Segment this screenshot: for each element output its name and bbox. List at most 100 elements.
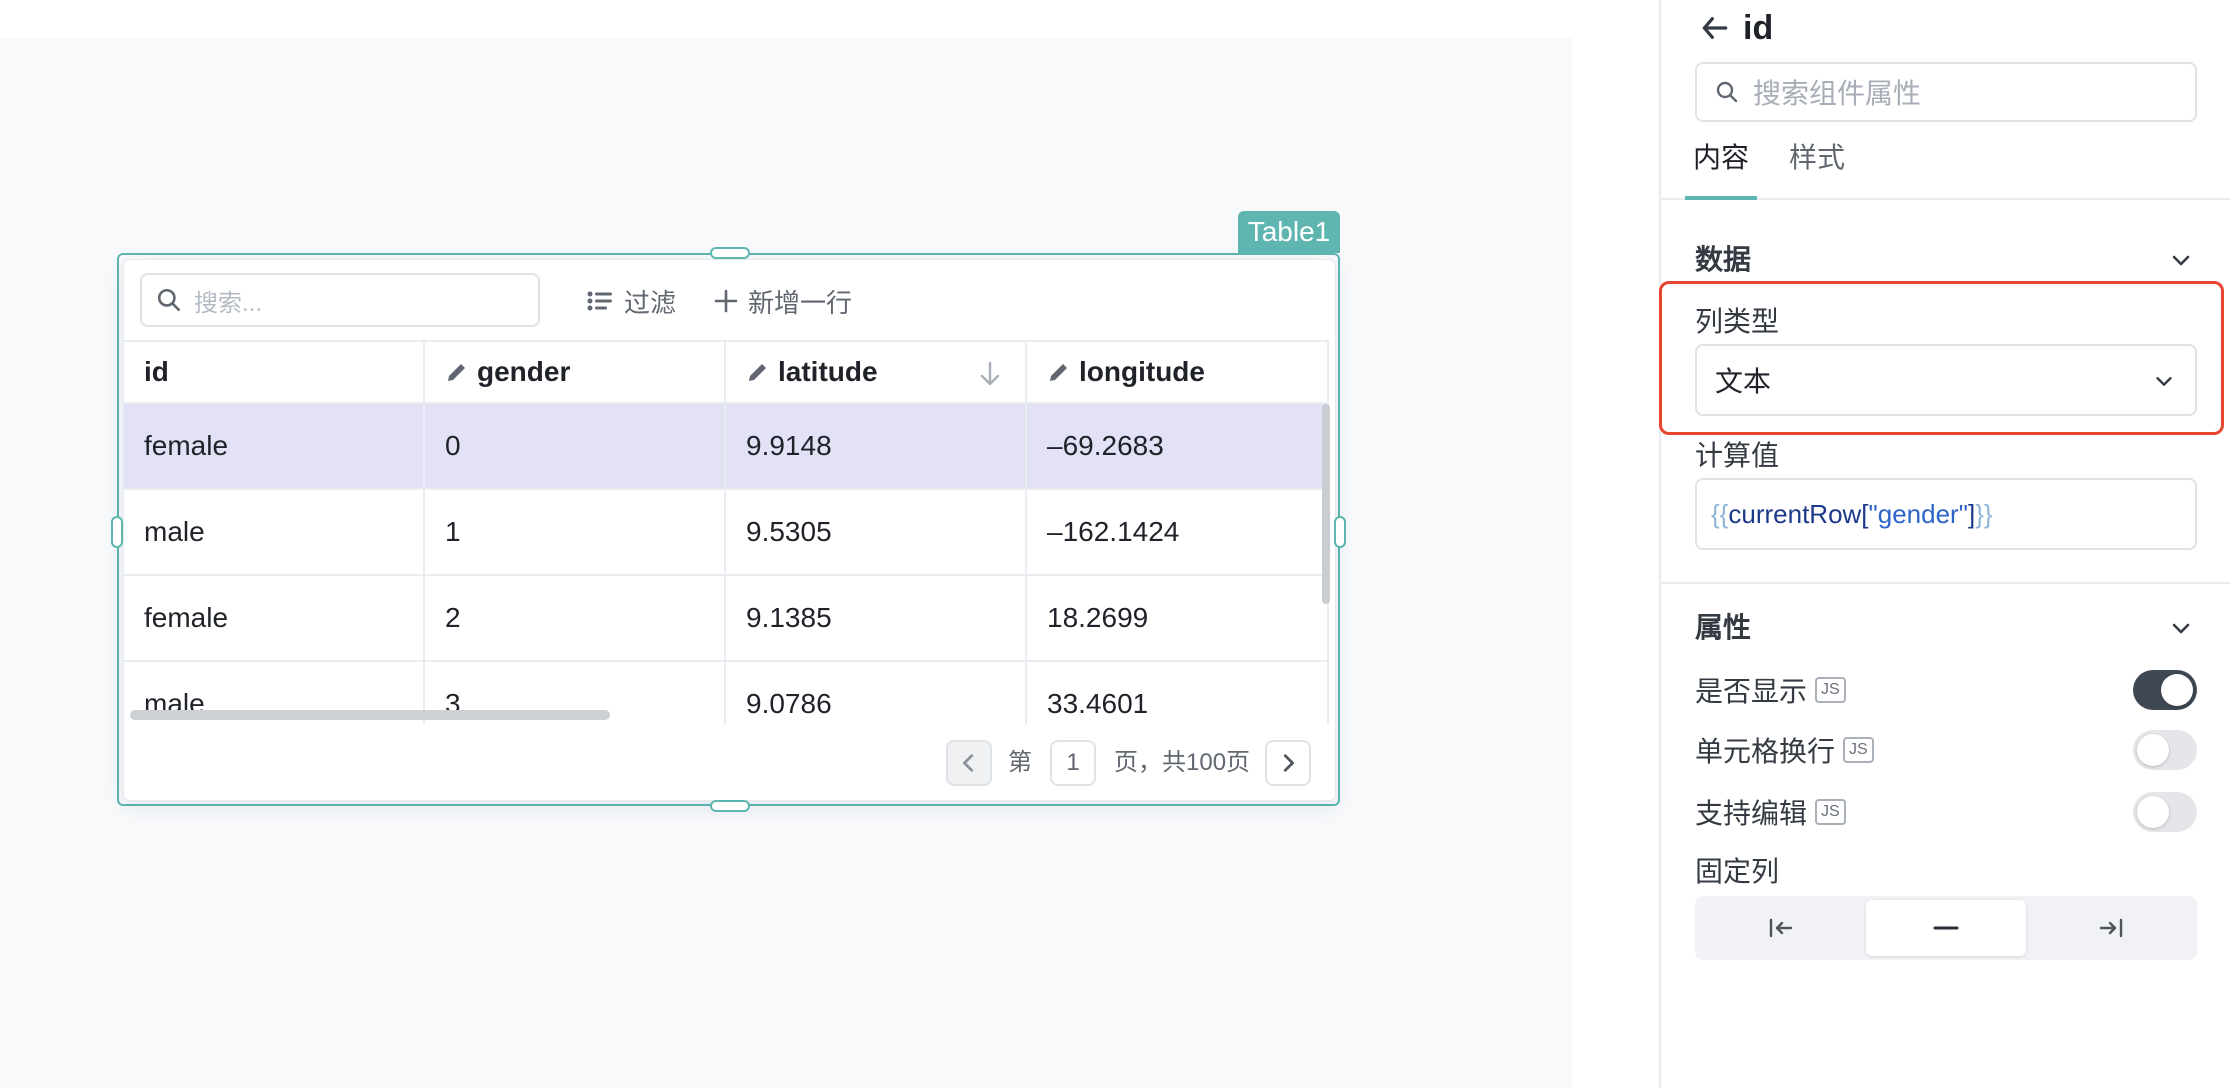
chevron-down-icon[interactable] [2169,248,2193,272]
table-cell[interactable]: 1 [425,490,726,574]
add-row-button[interactable]: 新增一行 [714,282,852,320]
column-header-gender[interactable]: gender [425,342,726,402]
fix-right-option[interactable] [2031,900,2191,956]
table-cell[interactable]: male [124,490,425,574]
editable-toggle[interactable] [2133,792,2197,832]
column-header-label: longitude [1079,356,1205,387]
table-component[interactable]: 搜索... 过滤 新增一行 id gender latitude longitu… [124,260,1335,800]
resize-handle-left[interactable] [111,516,123,548]
search-icon [1716,81,1738,103]
property-panel: id 搜索组件属性 内容 样式 数据 列类型 文本 计算值 {{currentR… [1659,0,2230,1088]
page-number-input[interactable]: 1 [1050,740,1096,786]
vertical-scrollbar[interactable] [1322,404,1330,604]
search-icon [157,288,181,312]
page-total-label: 页，共100页 [1114,749,1251,776]
table-cell[interactable]: 2 [425,576,726,660]
fix-left-option[interactable] [1701,900,1861,956]
filter-button[interactable]: 过滤 [586,282,676,320]
chevron-right-icon [1283,754,1294,772]
cell-wrap-toggle[interactable] [2133,730,2197,770]
code-string: "gender" [1868,498,1968,529]
data-section-title[interactable]: 数据 [1695,240,1751,280]
table-row[interactable]: female 2 9.1385 18.2699 [124,576,1329,662]
column-header-label: latitude [778,356,878,387]
sort-descending-icon[interactable] [977,360,1003,388]
js-toggle-badge[interactable]: JS [1815,799,1846,825]
edit-pencil-icon [1050,364,1067,381]
table-row[interactable]: female 0 9.9148 –69.2683 [124,404,1329,490]
filter-label: 过滤 [624,287,677,318]
resize-handle-bottom[interactable] [710,800,750,812]
fixed-column-segmented-control [1695,896,2197,960]
active-tab-indicator [1685,196,1757,200]
chevron-left-icon [963,754,974,772]
visible-toggle[interactable] [2133,670,2197,710]
table-cell[interactable]: –69.2683 [1027,404,1329,488]
toggle-knob [2161,674,2193,706]
prop-label: 单元格换行 [1695,736,1836,767]
fix-right-icon [2099,918,2123,938]
column-header-label: id [144,356,169,387]
table-cell[interactable]: female [124,576,425,660]
plus-icon [714,289,738,313]
tab-content[interactable]: 内容 [1693,138,1749,178]
next-page-button[interactable] [1265,740,1311,786]
page-prefix-label: 第 [1008,749,1032,776]
code-identifier: currentRow[ [1728,498,1869,529]
js-toggle-badge[interactable]: JS [1815,677,1846,703]
code-open-brace: {{ [1711,498,1729,529]
table-header: id gender latitude longitude [124,340,1329,404]
table-row[interactable]: male 1 9.5305 –162.1424 [124,490,1329,576]
none-icon [1933,926,1959,930]
back-arrow-icon[interactable] [1699,12,1731,44]
prop-row-visible: 是否显示 JS [1695,668,2197,712]
section-divider [1661,582,2230,584]
table-cell[interactable]: 18.2699 [1027,576,1329,660]
table-cell[interactable]: 0 [425,404,726,488]
edit-pencil-icon [749,364,766,381]
annotation-highlight-box [1659,281,2224,435]
panel-tabs: 内容 样式 [1661,136,2230,200]
table-cell[interactable]: –162.1424 [1027,490,1329,574]
props-section-title[interactable]: 属性 [1695,608,1751,648]
prev-page-button[interactable] [946,740,992,786]
table-toolbar: 搜索... 过滤 新增一行 [124,260,1335,340]
table-cell[interactable]: 9.0786 [726,662,1027,724]
column-header-latitude[interactable]: latitude [726,342,1027,402]
property-search-input[interactable]: 搜索组件属性 [1695,62,2197,122]
edit-pencil-icon [448,364,465,381]
table-search-placeholder: 搜索... [194,289,263,317]
chevron-down-icon[interactable] [2169,616,2193,640]
code-close-bracket: ] [1967,498,1976,529]
prop-label: 支持编辑 [1695,798,1808,829]
js-toggle-badge[interactable]: JS [1843,737,1874,763]
prop-row-wrap: 单元格换行 JS [1695,728,2197,772]
filter-list-icon [587,291,612,311]
table-cell[interactable]: 9.1385 [726,576,1027,660]
resize-handle-top[interactable] [710,247,750,259]
no-fix-option[interactable] [1866,900,2026,956]
table-cell[interactable]: 9.9148 [726,404,1027,488]
table-cell[interactable]: 9.5305 [726,490,1027,574]
fix-left-icon [1769,918,1793,938]
table-body: female 0 9.9148 –69.2683 male 1 9.5305 –… [124,404,1329,724]
table-cell[interactable]: female [124,404,425,488]
toggle-knob [2137,734,2169,766]
code-close-brace: }} [1975,498,1993,529]
table-search-input[interactable]: 搜索... [140,273,540,327]
column-header-id[interactable]: id [124,342,425,402]
table-cell[interactable]: 33.4601 [1027,662,1329,724]
column-header-label: gender [477,356,571,387]
tab-style[interactable]: 样式 [1789,138,1845,178]
computed-value-label: 计算值 [1695,440,1780,471]
prop-row-editable: 支持编辑 JS [1695,790,2197,834]
toggle-knob [2137,796,2169,828]
add-row-label: 新增一行 [748,287,853,318]
table-pagination: 第 1 页，共100页 [124,724,1335,800]
column-header-longitude[interactable]: longitude [1027,342,1329,402]
resize-handle-right[interactable] [1334,516,1346,548]
prop-label: 是否显示 [1695,676,1808,707]
component-name-tag[interactable]: Table1 [1238,211,1340,253]
computed-value-input[interactable]: {{currentRow["gender"]}} [1695,478,2197,550]
horizontal-scrollbar[interactable] [130,710,610,720]
